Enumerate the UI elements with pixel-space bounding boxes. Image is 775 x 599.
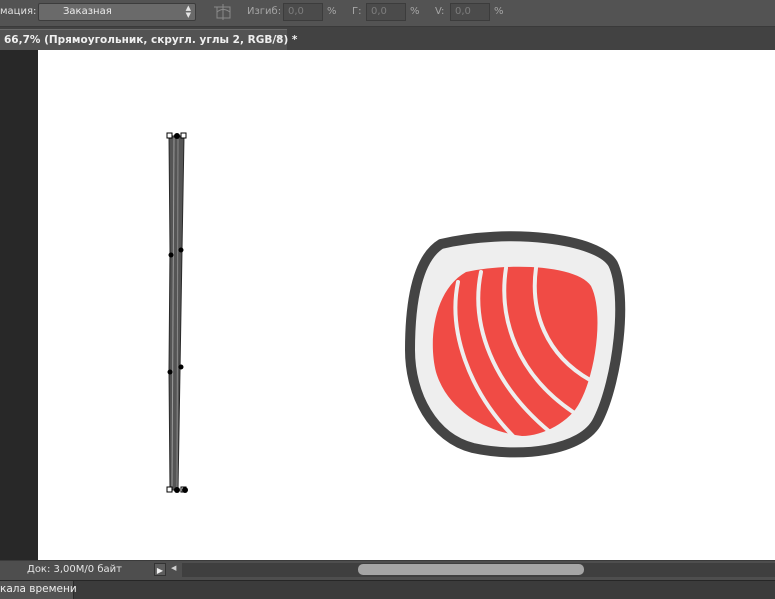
close-icon[interactable]: × (275, 33, 283, 44)
workspace-gutter (0, 50, 38, 560)
warp-style-select[interactable]: Заказная ▲ ▼ (38, 3, 196, 21)
warp-icon[interactable] (212, 3, 234, 21)
horizontal-distortion-input[interactable]: 0,0 (366, 3, 406, 21)
horizontal-percent: % (410, 6, 420, 17)
document-size-info: Док: 3,00M/0 байт (27, 564, 122, 575)
play-icon[interactable]: ▶ (154, 563, 166, 576)
bend-label: Изгиб: (247, 6, 282, 17)
vertical-distortion-label: V: (435, 6, 445, 17)
options-bar: мация: Заказная ▲ ▼ Изгиб: 0,0 % Г: 0,0 %… (0, 0, 775, 27)
bottom-panel: кала времени (0, 580, 775, 599)
document-tab[interactable]: 66,7% (Прямоугольник, скругл. углы 2, RG… (0, 29, 297, 50)
dropdown-arrows-icon: ▲ ▼ (185, 4, 191, 19)
warp-style-value: Заказная (63, 6, 112, 17)
vertical-distortion-input[interactable]: 0,0 (450, 3, 490, 21)
warped-rectangle-shape[interactable] (168, 135, 185, 491)
bend-percent: % (327, 6, 337, 17)
bend-input[interactable]: 0,0 (283, 3, 323, 21)
status-bar: Док: 3,00M/0 байт ▶ ◀ (0, 560, 775, 580)
sushi-roll-illustration (405, 231, 626, 458)
vertical-percent: % (494, 6, 504, 17)
document-tab-bar: 66,7% (Прямоугольник, скругл. углы 2, RG… (0, 27, 775, 50)
timeline-tab-label: кала времени (0, 583, 77, 595)
horizontal-scrollbar[interactable] (182, 563, 775, 577)
artwork (166, 132, 626, 493)
horizontal-distortion-label: Г: (352, 6, 362, 17)
canvas[interactable] (38, 50, 775, 560)
document-tab-title: 66,7% (Прямоугольник, скругл. углы 2, RG… (4, 34, 298, 46)
scrollbar-thumb[interactable] (358, 564, 584, 575)
scroll-left-icon[interactable]: ◀ (171, 564, 176, 572)
warp-label: мация: (0, 6, 37, 17)
timeline-tab[interactable]: кала времени (0, 581, 77, 599)
